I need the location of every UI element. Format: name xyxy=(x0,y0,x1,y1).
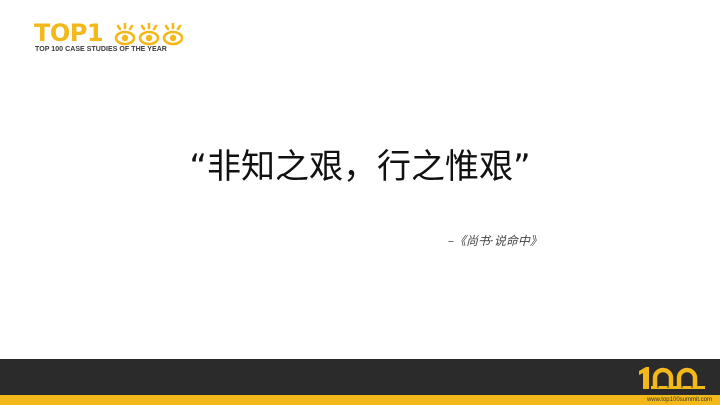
quote-source: –《尚书·说命中》 xyxy=(448,234,542,248)
100-logo-icon xyxy=(639,367,705,389)
footer-stripe xyxy=(0,395,720,405)
brand-logo: TOP1 TOP 100 CASE STUDIES OF THE YEAR xyxy=(34,20,184,56)
eyes-icon xyxy=(114,23,184,46)
logo-wordmark: TOP1 xyxy=(34,19,104,47)
quote-text: “非知之艰，行之惟艰” xyxy=(189,147,531,187)
logo-tagline: TOP 100 CASE STUDIES OF THE YEAR xyxy=(35,46,167,53)
footer-bar xyxy=(0,359,720,395)
footer-url: www.top100summit.com xyxy=(646,397,712,403)
